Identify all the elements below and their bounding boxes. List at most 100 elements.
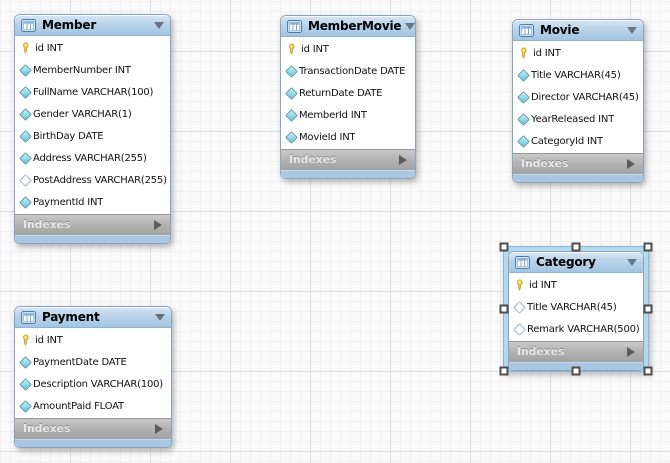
- table-membermovie[interactable]: MemberMovie id INT TransactionDate DATE …: [280, 15, 416, 179]
- table-member[interactable]: Member id INT MemberNumber INT FullName …: [14, 14, 171, 244]
- table-movie-header[interactable]: Movie: [513, 20, 643, 41]
- primary-key-icon: [20, 334, 31, 346]
- nullable-column-icon: [513, 301, 526, 314]
- indexes-bar[interactable]: Indexes: [513, 153, 643, 174]
- column-row[interactable]: ReturnDate DATE: [281, 82, 415, 104]
- column-row[interactable]: CategoryId INT: [513, 130, 643, 152]
- column-row[interactable]: id INT: [15, 329, 171, 351]
- collapse-arrow-icon[interactable]: [154, 22, 164, 29]
- selection-handle-bottom-middle[interactable]: [572, 367, 581, 376]
- column-row[interactable]: Description VARCHAR(100): [15, 373, 171, 395]
- table-title: Payment: [42, 310, 151, 324]
- table-icon: [519, 24, 534, 37]
- collapse-arrow-icon[interactable]: [627, 259, 637, 266]
- diagram-canvas[interactable]: Member id INT MemberNumber INT FullName …: [0, 0, 670, 463]
- column-row[interactable]: BirthDay DATE: [15, 125, 170, 147]
- table-membermovie-header[interactable]: MemberMovie: [281, 16, 415, 37]
- column-icon: [19, 356, 32, 369]
- column-icon: [19, 400, 32, 413]
- column-row[interactable]: id INT: [509, 274, 643, 296]
- column-row[interactable]: Address VARCHAR(255): [15, 147, 170, 169]
- column-icon: [19, 152, 32, 165]
- table-title: Category: [536, 255, 623, 269]
- column-row[interactable]: MemberNumber INT: [15, 59, 170, 81]
- indexes-label: Indexes: [23, 423, 71, 435]
- table-movie[interactable]: Movie id INT Title VARCHAR(45) Director …: [512, 19, 644, 183]
- selection-frame[interactable]: Category id INT Title VARCHAR(45) Remark…: [503, 246, 649, 372]
- table-category-header[interactable]: Category: [509, 252, 643, 273]
- table-icon: [287, 20, 302, 33]
- table-payment[interactable]: Payment id INT PaymentDate DATE Descript…: [14, 306, 172, 448]
- table-payment-header[interactable]: Payment: [15, 307, 171, 328]
- table-bottom-strip: [15, 235, 170, 243]
- column-row[interactable]: Director VARCHAR(45): [513, 86, 643, 108]
- column-icon: [517, 113, 530, 126]
- indexes-bar[interactable]: Indexes: [509, 341, 643, 362]
- indexes-label: Indexes: [289, 154, 337, 166]
- column-text: MemberNumber INT: [33, 65, 131, 76]
- selection-handle-top-left[interactable]: [500, 243, 509, 252]
- column-text: id INT: [35, 43, 63, 54]
- selection-handle-bottom-right[interactable]: [644, 367, 653, 376]
- table-icon: [21, 311, 36, 324]
- column-row[interactable]: MemberId INT: [281, 104, 415, 126]
- table-member-header[interactable]: Member: [15, 15, 170, 36]
- selection-handle-top-middle[interactable]: [572, 243, 581, 252]
- primary-key-icon: [514, 279, 525, 291]
- selection-handle-middle-right[interactable]: [644, 305, 653, 314]
- column-row[interactable]: id INT: [281, 38, 415, 60]
- collapse-arrow-icon[interactable]: [405, 23, 415, 30]
- selection-handle-top-right[interactable]: [644, 243, 653, 252]
- column-icon: [517, 69, 530, 82]
- column-icon: [517, 135, 530, 148]
- column-text: id INT: [533, 48, 561, 59]
- table-title: Member: [42, 18, 150, 32]
- expand-arrow-icon[interactable]: [154, 220, 162, 230]
- column-icon: [19, 64, 32, 77]
- column-row[interactable]: FullName VARCHAR(100): [15, 81, 170, 103]
- column-row[interactable]: PaymentId INT: [15, 191, 170, 213]
- column-row[interactable]: Remark VARCHAR(500): [509, 318, 643, 340]
- primary-key-icon: [286, 43, 297, 55]
- selection-handle-bottom-left[interactable]: [500, 367, 509, 376]
- column-text: id INT: [301, 44, 329, 55]
- column-row[interactable]: MovieId INT: [281, 126, 415, 148]
- column-row[interactable]: YearReleased INT: [513, 108, 643, 130]
- column-row[interactable]: PostAddress VARCHAR(255): [15, 169, 170, 191]
- column-icon: [285, 65, 298, 78]
- column-row[interactable]: AmountPaid FLOAT: [15, 395, 171, 417]
- column-text: id INT: [35, 335, 63, 346]
- column-row[interactable]: PaymentDate DATE: [15, 351, 171, 373]
- column-text: Title VARCHAR(45): [527, 302, 617, 313]
- column-list: id INT Title VARCHAR(45) Remark VARCHAR(…: [509, 273, 643, 341]
- column-row[interactable]: id INT: [15, 37, 170, 59]
- table-icon: [515, 256, 530, 269]
- collapse-arrow-icon[interactable]: [627, 27, 637, 34]
- column-text: Title VARCHAR(45): [531, 70, 621, 81]
- expand-arrow-icon[interactable]: [627, 159, 635, 169]
- column-icon: [19, 86, 32, 99]
- column-row[interactable]: Title VARCHAR(45): [513, 64, 643, 86]
- column-row[interactable]: Gender VARCHAR(1): [15, 103, 170, 125]
- table-title: MemberMovie: [308, 19, 401, 33]
- column-text: AmountPaid FLOAT: [33, 401, 124, 412]
- column-text: TransactionDate DATE: [299, 66, 405, 77]
- column-icon: [285, 87, 298, 100]
- column-text: Director VARCHAR(45): [531, 92, 639, 103]
- expand-arrow-icon[interactable]: [155, 424, 163, 434]
- column-text: CategoryId INT: [531, 136, 603, 147]
- column-row[interactable]: TransactionDate DATE: [281, 60, 415, 82]
- collapse-arrow-icon[interactable]: [155, 314, 165, 321]
- indexes-bar[interactable]: Indexes: [281, 149, 415, 170]
- indexes-bar[interactable]: Indexes: [15, 214, 170, 235]
- selection-handle-middle-left[interactable]: [500, 305, 509, 314]
- column-row[interactable]: id INT: [513, 42, 643, 64]
- column-row[interactable]: Title VARCHAR(45): [509, 296, 643, 318]
- expand-arrow-icon[interactable]: [399, 155, 407, 165]
- indexes-bar[interactable]: Indexes: [15, 418, 171, 439]
- column-text: MemberId INT: [299, 110, 367, 121]
- column-text: MovieId INT: [299, 132, 355, 143]
- primary-key-icon: [20, 42, 31, 54]
- table-category[interactable]: Category id INT Title VARCHAR(45) Remark…: [508, 251, 644, 371]
- expand-arrow-icon[interactable]: [627, 347, 635, 357]
